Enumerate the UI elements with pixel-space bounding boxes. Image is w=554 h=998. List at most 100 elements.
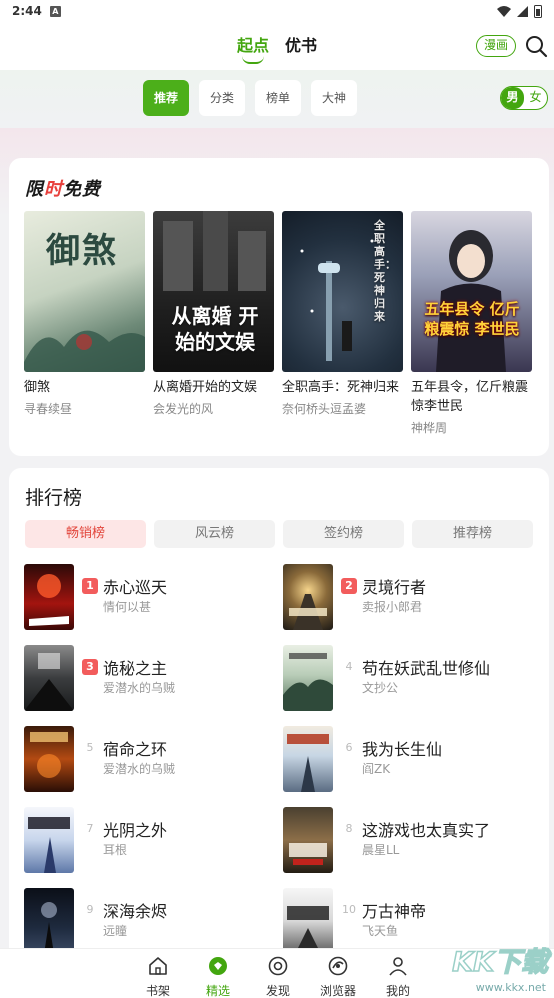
rank-item-1[interactable]: 1 赤心巡天 情何以甚 (24, 564, 274, 632)
rank-number: 8 (345, 822, 353, 835)
free-book-1[interactable]: 御煞 御煞 寻春续昼 (24, 211, 145, 417)
bottom-nav-bookshelf[interactable]: 书架 (138, 955, 178, 998)
rank-number: 6 (345, 741, 353, 754)
rank-book-author: 飞天鱼 (362, 924, 399, 938)
book-thumbnail[interactable] (283, 726, 333, 792)
discover-icon (268, 956, 288, 976)
book-title[interactable]: 全职高手：死神归来 (282, 378, 403, 397)
gender-male[interactable]: 男 (501, 87, 524, 109)
rank-item-6[interactable]: 6 我为长生仙 阎ZK (283, 726, 533, 794)
rank-book-title[interactable]: 光阴之外 (103, 817, 167, 841)
rank-number: 10 (342, 903, 356, 916)
book-thumbnail[interactable] (24, 645, 74, 711)
search-icon[interactable] (524, 34, 548, 58)
rank-book-author: 情何以甚 (103, 600, 152, 614)
rank-item-5[interactable]: 5 宿命之环 爱潜水的乌贼 (24, 726, 274, 794)
book-thumbnail[interactable] (283, 888, 333, 954)
notification-icon: A (49, 5, 61, 17)
chip-masters[interactable]: 大神 (311, 80, 357, 116)
home-icon (149, 957, 167, 975)
book-title[interactable]: 御煞 (24, 378, 145, 397)
rank-item-9[interactable]: 9 深海余烬 远瞳 (24, 888, 274, 956)
rank-number: 9 (86, 903, 94, 916)
book-thumbnail[interactable] (24, 807, 74, 873)
rank-number: 7 (86, 822, 94, 835)
browser-icon (328, 956, 348, 976)
rank-item-2[interactable]: 2 灵境行者 卖报小郎君 (283, 564, 533, 632)
rank-item-7[interactable]: 7 光阴之外 耳根 (24, 807, 274, 875)
free-book-3[interactable]: 全职高手：死神归来 全职高手：死神归来 奈何桥头逗孟婆 (282, 211, 403, 417)
rank-book-title[interactable]: 苟在妖武乱世修仙 (362, 655, 490, 679)
rank-item-3[interactable]: 3 诡秘之主 爱潜水的乌贼 (24, 645, 274, 713)
bottom-nav-featured[interactable]: 精选 (198, 955, 238, 998)
rank-book-author: 卖报小郎君 (362, 600, 423, 614)
free-section-title: 限时免费 (25, 179, 101, 200)
tab-youshu[interactable]: 优书 (285, 32, 317, 60)
book-thumbnail[interactable] (24, 564, 74, 630)
rank-number: 5 (86, 741, 94, 754)
ranking-section-card: 排行榜 畅销榜 风云榜 签约榜 推荐榜 1 赤心巡天 情何以甚 2 灵境行者 卖… (9, 468, 549, 968)
status-time: 2:44 (12, 4, 42, 18)
book-cover[interactable]: 从离婚 开始的文娱 (153, 211, 274, 372)
rank-book-author: 远瞳 (103, 924, 128, 938)
sub-nav: 推荐 分类 榜单 大神 男 女 (0, 70, 554, 128)
rank-book-author: 阎ZK (362, 762, 391, 776)
rank-book-author: 爱潜水的乌贼 (103, 762, 176, 776)
rank-book-title[interactable]: 赤心巡天 (103, 574, 167, 598)
top-nav: 起点 优书 漫画 (0, 22, 554, 70)
book-thumbnail[interactable] (24, 888, 74, 954)
rank-book-title[interactable]: 万古神帝 (362, 898, 426, 922)
book-thumbnail[interactable] (283, 807, 333, 873)
wifi-icon (497, 5, 511, 17)
free-book-2[interactable]: 从离婚 开始的文娱 从离婚开始的文娱 会发光的风 (153, 211, 274, 417)
free-book-4[interactable]: 五年县令 亿斤粮震惊 李世民 五年县令，亿斤粮震惊李世民 神桦周 (411, 211, 532, 436)
rank-book-title[interactable]: 诡秘之主 (103, 655, 167, 679)
rank-tab-recommended[interactable]: 推荐榜 (412, 520, 533, 548)
rank-tab-bestseller[interactable]: 畅销榜 (25, 520, 146, 548)
rank-book-title[interactable]: 这游戏也太真实了 (362, 817, 490, 841)
book-author: 寻春续昼 (24, 402, 73, 416)
book-author: 奈何桥头逗孟婆 (282, 402, 367, 416)
ranking-title: 排行榜 (25, 487, 83, 509)
book-author: 神桦周 (411, 421, 448, 435)
rank-tab-signed[interactable]: 签约榜 (283, 520, 404, 548)
free-section-card: 限时免费 御煞 御煞 寻春续昼 从离婚 开始的文娱 从离婚开始的文娱 会发光的风… (9, 158, 549, 456)
book-thumbnail[interactable] (283, 564, 333, 630)
chip-category[interactable]: 分类 (199, 80, 245, 116)
book-thumbnail[interactable] (283, 645, 333, 711)
book-title[interactable]: 从离婚开始的文娱 (153, 378, 274, 397)
rank-book-author: 爱潜水的乌贼 (103, 681, 176, 695)
book-thumbnail[interactable] (24, 726, 74, 792)
rank-item-8[interactable]: 8 这游戏也太真实了 晨星LL (283, 807, 533, 875)
rank-book-title[interactable]: 深海余烬 (103, 898, 167, 922)
gender-toggle[interactable]: 男 女 (500, 86, 548, 110)
rank-number-badge: 2 (341, 578, 357, 594)
bottom-nav-profile[interactable]: 我的 (378, 955, 418, 998)
kk-watermark: KK下载 www.kkx.net (451, 946, 548, 994)
profile-icon (389, 957, 407, 976)
rank-item-4[interactable]: 4 苟在妖武乱世修仙 文抄公 (283, 645, 533, 713)
book-cover[interactable]: 全职高手：死神归来 (282, 211, 403, 372)
chip-ranking[interactable]: 榜单 (255, 80, 301, 116)
rank-tab-trending[interactable]: 风云榜 (154, 520, 275, 548)
book-cover[interactable]: 五年县令 亿斤粮震惊 李世民 (411, 211, 532, 372)
tab-qidian[interactable]: 起点 (237, 32, 269, 60)
rank-book-author: 耳根 (103, 843, 128, 857)
rank-book-author: 文抄公 (362, 681, 399, 695)
rank-number: 4 (345, 660, 353, 673)
rank-book-title[interactable]: 宿命之环 (103, 736, 167, 760)
book-author: 会发光的风 (153, 402, 214, 416)
rank-book-title[interactable]: 灵境行者 (362, 574, 426, 598)
chip-recommend[interactable]: 推荐 (143, 80, 189, 116)
manga-button[interactable]: 漫画 (475, 35, 516, 57)
rank-book-author: 晨星LL (362, 843, 400, 857)
rank-number-badge: 1 (82, 578, 98, 594)
signal-icon (517, 5, 528, 17)
gender-female[interactable]: 女 (524, 87, 547, 109)
book-cover[interactable]: 御煞 (24, 211, 145, 372)
bottom-nav-browser[interactable]: 浏览器 (318, 955, 358, 998)
rank-book-title[interactable]: 我为长生仙 (362, 736, 442, 760)
book-title[interactable]: 五年县令，亿斤粮震惊李世民 (411, 378, 532, 416)
bottom-nav-discover[interactable]: 发现 (258, 955, 298, 998)
ranking-tabs: 畅销榜 风云榜 签约榜 推荐榜 (25, 520, 533, 548)
